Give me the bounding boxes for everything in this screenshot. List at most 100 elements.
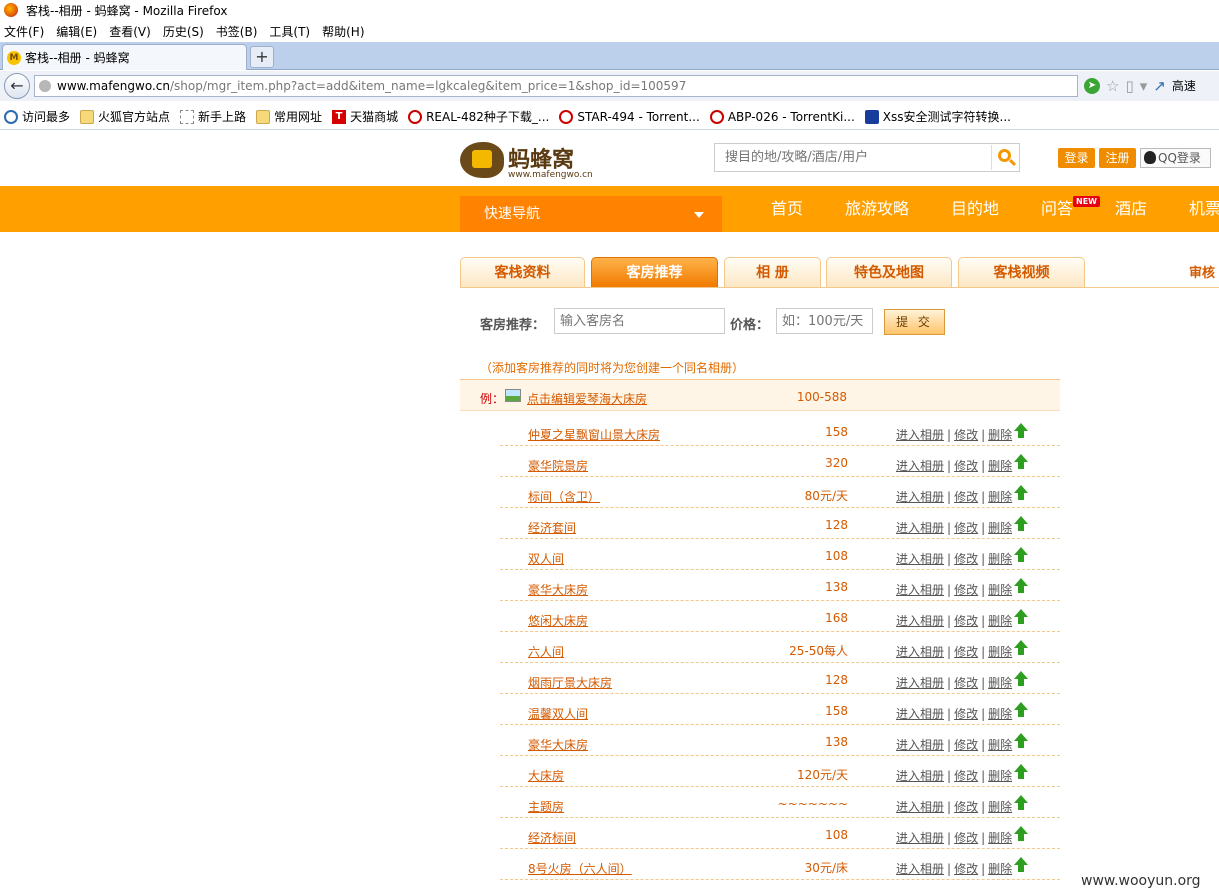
room-name-link[interactable]: 豪华大床房 [528, 736, 588, 753]
menu-file[interactable]: 文件(F) [4, 23, 44, 40]
enter-album-link[interactable]: 进入相册 [896, 490, 944, 504]
menu-bookmarks[interactable]: 书签(B) [216, 23, 258, 40]
room-name-link[interactable]: 经济标间 [528, 829, 576, 846]
speed-icon[interactable]: ↗ [1153, 78, 1166, 94]
delete-link[interactable]: 删除 [988, 490, 1012, 504]
nav-hotels[interactable]: 酒店 [1115, 186, 1147, 232]
qq-login-button[interactable]: QQ登录 [1140, 148, 1211, 168]
nav-qa[interactable]: 问答 [1041, 186, 1073, 232]
site-search-button[interactable] [991, 145, 1019, 170]
move-up-arrow-icon[interactable] [1014, 671, 1028, 687]
delete-link[interactable]: 删除 [988, 583, 1012, 597]
nav-travel-guides[interactable]: 旅游攻略 [845, 186, 909, 232]
tab-inn-video[interactable]: 客栈视频 [958, 257, 1085, 287]
speed-label[interactable]: 高速 [1172, 77, 1196, 94]
enter-album-link[interactable]: 进入相册 [896, 428, 944, 442]
move-up-arrow-icon[interactable] [1014, 516, 1028, 532]
edit-link[interactable]: 修改 [954, 769, 978, 783]
bookmark-firefox-official[interactable]: 火狐官方站点 [80, 108, 170, 125]
move-up-arrow-icon[interactable] [1014, 702, 1028, 718]
enter-album-link[interactable]: 进入相册 [896, 738, 944, 752]
enter-album-link[interactable]: 进入相册 [896, 521, 944, 535]
move-up-arrow-icon[interactable] [1014, 764, 1028, 780]
delete-link[interactable]: 删除 [988, 769, 1012, 783]
site-logo[interactable]: 蚂蜂窝 www.mafengwo.cn [460, 138, 593, 184]
menu-edit[interactable]: 编辑(E) [56, 23, 97, 40]
room-name-link[interactable]: 8号火房（六人间） [528, 860, 632, 877]
edit-link[interactable]: 修改 [954, 831, 978, 845]
edit-link[interactable]: 修改 [954, 862, 978, 876]
go-icon[interactable]: ➤ [1084, 77, 1100, 94]
room-name-link[interactable]: 豪华大床房 [528, 581, 588, 598]
menu-view[interactable]: 查看(V) [109, 23, 151, 40]
bookmark-tmall[interactable]: T 天猫商城 [332, 108, 398, 125]
move-up-arrow-icon[interactable] [1014, 578, 1028, 594]
edit-link[interactable]: 修改 [954, 428, 978, 442]
enter-album-link[interactable]: 进入相册 [896, 614, 944, 628]
move-up-arrow-icon[interactable] [1014, 826, 1028, 842]
enter-album-link[interactable]: 进入相册 [896, 645, 944, 659]
login-button[interactable]: 登录 [1058, 148, 1095, 168]
edit-link[interactable]: 修改 [954, 800, 978, 814]
bookmark-most-visited[interactable]: 访问最多 [4, 108, 70, 125]
move-up-arrow-icon[interactable] [1014, 733, 1028, 749]
edit-link[interactable]: 修改 [954, 738, 978, 752]
delete-link[interactable]: 删除 [988, 800, 1012, 814]
delete-link[interactable]: 删除 [988, 459, 1012, 473]
menu-tools[interactable]: 工具(T) [269, 23, 310, 40]
site-search-input[interactable] [715, 144, 989, 171]
move-up-arrow-icon[interactable] [1014, 423, 1028, 439]
edit-link[interactable]: 修改 [954, 707, 978, 721]
enter-album-link[interactable]: 进入相册 [896, 831, 944, 845]
delete-link[interactable]: 删除 [988, 831, 1012, 845]
submit-button[interactable]: 提 交 [884, 309, 945, 335]
bookmark-star-icon[interactable]: ☆ [1106, 78, 1119, 94]
url-bar[interactable]: www.mafengwo.cn/shop/mgr_item.php?act=ad… [34, 75, 1078, 97]
tab-room-recommend[interactable]: 客房推荐 [591, 257, 718, 287]
enter-album-link[interactable]: 进入相册 [896, 676, 944, 690]
enter-album-link[interactable]: 进入相册 [896, 552, 944, 566]
bookmark-common-sites[interactable]: 常用网址 [256, 108, 322, 125]
move-up-arrow-icon[interactable] [1014, 454, 1028, 470]
edit-link[interactable]: 修改 [954, 552, 978, 566]
room-name-input[interactable] [554, 308, 725, 334]
example-room-link[interactable]: 点击编辑爱琴海大床房 [527, 390, 647, 407]
move-up-arrow-icon[interactable] [1014, 857, 1028, 873]
move-up-arrow-icon[interactable] [1014, 609, 1028, 625]
tab-album[interactable]: 相 册 [724, 257, 821, 287]
bookmark-abp-026[interactable]: ABP-026 - TorrentKi... [709, 109, 855, 124]
delete-link[interactable]: 删除 [988, 428, 1012, 442]
move-up-arrow-icon[interactable] [1014, 485, 1028, 501]
delete-link[interactable]: 删除 [988, 521, 1012, 535]
quick-nav-dropdown[interactable]: 快速导航 [460, 196, 722, 232]
register-button[interactable]: 注册 [1099, 148, 1136, 168]
room-name-link[interactable]: 温馨双人间 [528, 705, 588, 722]
move-up-arrow-icon[interactable] [1014, 795, 1028, 811]
price-input[interactable] [776, 308, 873, 334]
enter-album-link[interactable]: 进入相册 [896, 459, 944, 473]
dropdown-arrow-icon[interactable]: ▾ [1140, 78, 1148, 94]
delete-link[interactable]: 删除 [988, 862, 1012, 876]
bookmark-real-482[interactable]: REAL-482种子下载_... [408, 108, 549, 125]
delete-link[interactable]: 删除 [988, 738, 1012, 752]
phone-icon[interactable]: ▯ [1125, 78, 1133, 94]
menu-help[interactable]: 帮助(H) [322, 23, 364, 40]
edit-link[interactable]: 修改 [954, 521, 978, 535]
delete-link[interactable]: 删除 [988, 552, 1012, 566]
room-name-link[interactable]: 悠闲大床房 [528, 612, 588, 629]
edit-link[interactable]: 修改 [954, 645, 978, 659]
new-tab-button[interactable]: + [250, 46, 274, 68]
bookmark-xss-test[interactable]: Xss安全测试字符转换... [864, 108, 1011, 125]
delete-link[interactable]: 删除 [988, 645, 1012, 659]
room-name-link[interactable]: 烟雨厅景大床房 [528, 674, 612, 691]
delete-link[interactable]: 删除 [988, 707, 1012, 721]
enter-album-link[interactable]: 进入相册 [896, 769, 944, 783]
room-name-link[interactable]: 双人间 [528, 550, 564, 567]
nav-destinations[interactable]: 目的地 [951, 186, 999, 232]
tab-inn-profile[interactable]: 客栈资料 [460, 257, 585, 287]
edit-link[interactable]: 修改 [954, 676, 978, 690]
room-name-link[interactable]: 豪华院景房 [528, 457, 588, 474]
back-button[interactable]: ← [4, 73, 30, 99]
room-name-link[interactable]: 仲夏之星飘窗山景大床房 [528, 426, 660, 443]
tab-review[interactable]: 审核 [1189, 262, 1215, 281]
